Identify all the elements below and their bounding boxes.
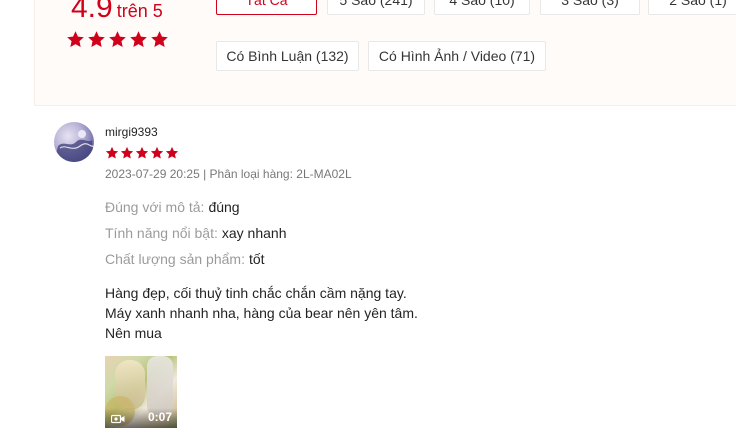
video-camera-icon: [111, 414, 125, 424]
rating-summary-panel: 4.9 trên 5 Tất Cả 5 Sao (241) 4 Sao (10) …: [34, 0, 736, 106]
star-icon: [151, 31, 168, 48]
attribute-label: Chất lượng sản phẩm:: [105, 251, 245, 267]
star-icon: [105, 146, 119, 159]
star-icon: [165, 146, 179, 159]
review-comment-line: Máy xanh nhanh nha, hàng của bear nên yê…: [105, 305, 418, 321]
avatar[interactable]: [54, 122, 94, 162]
star-icon: [109, 31, 126, 48]
attribute-value: xay nhanh: [221, 225, 287, 241]
star-icon: [150, 146, 164, 159]
attribute-value: tốt: [248, 251, 265, 267]
filter-5-star-button[interactable]: 5 Sao (241): [327, 0, 425, 15]
star-icon: [88, 31, 105, 48]
star-icon: [130, 31, 147, 48]
filter-2-star-button[interactable]: 2 Sao (1): [648, 0, 736, 15]
attribute-label: Tính năng nổi bật:: [105, 225, 218, 241]
review-comment: Hàng đẹp, cối thuỷ tinh chắc chắn cầm nặ…: [105, 283, 418, 343]
review-stars: [105, 146, 179, 160]
attribute-label: Đúng với mô tả:: [105, 199, 205, 215]
filter-all-button[interactable]: Tất Cả: [216, 0, 317, 15]
filter-with-comment-button[interactable]: Có Bình Luận (132): [216, 41, 359, 71]
review-attribute-quality: Chất lượng sản phẩm: tốt: [105, 251, 265, 267]
star-icon: [135, 146, 149, 159]
avatar-image: [54, 130, 94, 162]
filter-3-star-button[interactable]: 3 Sao (3): [540, 0, 640, 15]
rating-score-number: 4.9: [71, 0, 113, 24]
review-username[interactable]: mirgi9393: [105, 125, 158, 139]
review-video-thumbnail[interactable]: 0:07: [105, 356, 177, 428]
review-attribute-feature: Tính năng nổi bật: xay nhanh: [105, 225, 286, 241]
rating-score: 4.9 trên 5: [71, 0, 163, 25]
filter-4-star-button[interactable]: 4 Sao (10): [434, 0, 530, 15]
star-icon: [67, 31, 84, 48]
review-comment-line: Nên mua: [105, 325, 162, 341]
review-comment-line: Hàng đẹp, cối thuỷ tinh chắc chắn cầm nặ…: [105, 285, 407, 301]
review-attribute-accuracy: Đúng với mô tả: đúng: [105, 199, 240, 215]
star-icon: [120, 146, 134, 159]
review-meta: 2023-07-29 20:25 | Phân loại hàng: 2L-MA…: [105, 167, 352, 181]
video-duration: 0:07: [147, 410, 172, 424]
filter-with-media-button[interactable]: Có Hình Ảnh / Video (71): [368, 41, 546, 71]
rating-stars: [66, 30, 169, 49]
thumbnail-shape: [147, 356, 173, 416]
rating-score-out-of: trên 5: [116, 1, 163, 21]
attribute-value: đúng: [208, 199, 240, 215]
